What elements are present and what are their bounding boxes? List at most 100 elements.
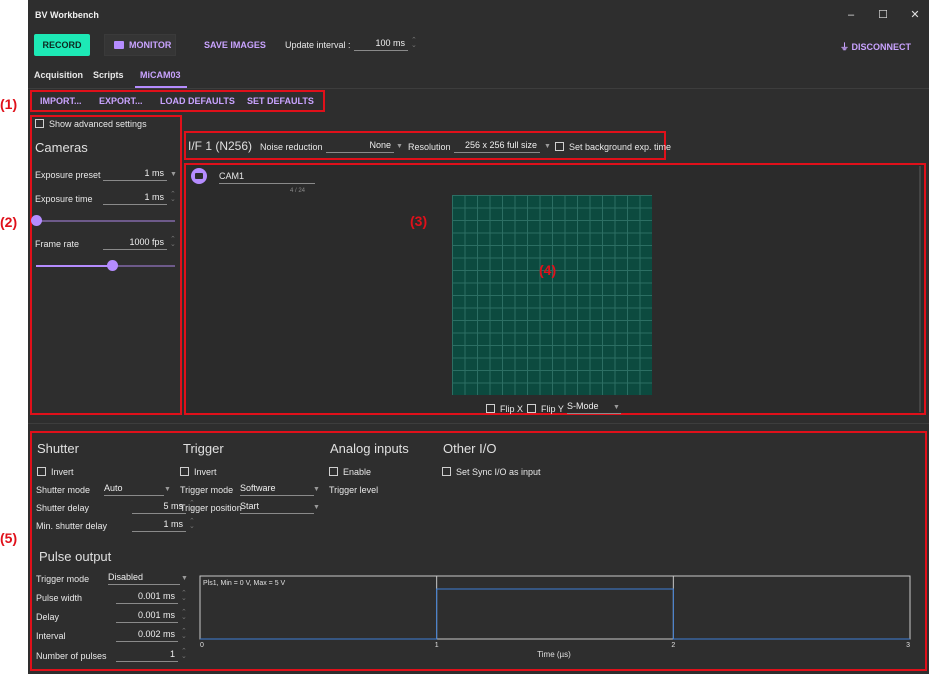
trigger-title: Trigger <box>183 441 224 456</box>
callout-2: (2) <box>0 214 18 230</box>
update-interval-input[interactable]: 100 ms <box>354 38 408 51</box>
min-shutter-delay-input[interactable]: 1 ms <box>132 519 186 532</box>
pulse-chart-xlabel: Time (µs) <box>537 650 571 659</box>
resolution-chevron-down-icon[interactable]: ▼ <box>544 143 551 150</box>
resolution-value: 256 x 256 full size <box>464 140 537 150</box>
shutter-mode-label: Shutter mode <box>36 485 91 495</box>
monitor-label: MONITOR <box>129 40 172 50</box>
callout-5: (5) <box>0 530 18 546</box>
pulse-interval-label: Interval <box>36 631 66 641</box>
tab-scripts[interactable]: Scripts <box>93 70 124 80</box>
shutter-delay-input[interactable]: 5 ms <box>132 501 186 514</box>
noise-reduction-select[interactable]: None <box>326 140 394 153</box>
trigger-position-label: Trigger position <box>180 503 242 513</box>
plug-icon: ⏚ <box>840 42 850 52</box>
chevron-down-icon[interactable]: ▼ <box>170 171 177 178</box>
exposure-time-input[interactable]: 1 ms <box>103 192 167 205</box>
callout-1: (1) <box>0 96 18 112</box>
other-io-title: Other I/O <box>443 441 497 456</box>
mode-chevron-down-icon[interactable]: ▼ <box>613 404 620 411</box>
trigger-level-label: Trigger level <box>329 485 379 495</box>
exposure-slider-thumb[interactable] <box>31 215 42 226</box>
exposure-preset-value: 1 ms <box>144 168 164 178</box>
pulse-trigger-mode-value: Disabled <box>108 572 144 582</box>
trigger-invert-checkbox[interactable]: Invert <box>180 467 217 477</box>
flip-x-checkbox[interactable]: Flip X <box>486 404 523 414</box>
load-defaults-button[interactable]: LOAD DEFAULTS <box>160 96 235 106</box>
trigger-mode-chevron-down-icon[interactable]: ▼ <box>313 486 320 493</box>
resolution-select[interactable]: 256 x 256 full size <box>454 140 540 153</box>
flip-y-checkbox[interactable]: Flip Y <box>527 404 564 414</box>
save-images-button[interactable]: SAVE IMAGES <box>204 40 266 50</box>
frame-rate-slider-fill <box>36 265 113 267</box>
disconnect-button[interactable]: ⏚ DISCONNECT <box>840 40 911 53</box>
analog-enable-box <box>329 467 338 476</box>
record-button[interactable]: RECORD <box>34 34 90 56</box>
shutter-invert-box <box>37 467 46 476</box>
pulse-width-label: Pulse width <box>36 593 83 603</box>
mode-value: S-Mode <box>567 401 599 411</box>
pulse-delay-input[interactable]: 0.001 ms <box>116 610 178 623</box>
number-of-pulses-input[interactable]: 1 <box>116 649 178 662</box>
background-exp-box <box>555 142 564 151</box>
sync-io-checkbox[interactable]: Set Sync I/O as input <box>442 467 541 477</box>
shutter-invert-checkbox[interactable]: Invert <box>37 467 74 477</box>
monitor-button[interactable]: MONITOR <box>104 34 176 56</box>
trigger-mode-select[interactable]: Software <box>240 483 314 496</box>
tab-micam03[interactable]: MiCAM03 <box>140 70 181 80</box>
pulse-width-input[interactable]: 0.001 ms <box>116 591 178 604</box>
pulse-width-spinner[interactable]: ⌃ ⌄ <box>181 590 187 602</box>
pulse-chart: Pls1, Min = 0 V, Max = 5 V Time (µs) 0 1 2… <box>199 575 911 659</box>
frame-rate-spinner[interactable]: ⌃ ⌄ <box>170 236 176 248</box>
update-interval-spinner[interactable]: ⌃ ⌄ <box>411 37 417 49</box>
camera-image[interactable] <box>452 195 652 395</box>
shutter-title: Shutter <box>37 441 79 456</box>
shutter-mode-select[interactable]: Auto <box>104 483 164 496</box>
camera-name-counter: 4 / 24 <box>290 188 306 194</box>
number-of-pulses-spinner[interactable]: ⌃ ⌄ <box>181 648 187 660</box>
exposure-time-spinner[interactable]: ⌃ ⌄ <box>170 191 176 203</box>
camera-badge-icon <box>191 168 207 184</box>
close-icon[interactable]: ✕ <box>906 8 924 22</box>
trigger-invert-box <box>180 467 189 476</box>
io-divider <box>28 423 929 424</box>
cameras-title: Cameras <box>35 140 88 155</box>
pulse-series-line <box>200 588 910 640</box>
import-button[interactable]: IMPORT... <box>40 96 82 106</box>
exposure-slider-track[interactable] <box>36 220 175 222</box>
maximize-icon[interactable]: ☐ <box>874 8 892 22</box>
set-defaults-button[interactable]: SET DEFAULTS <box>247 96 314 106</box>
checkbox-box <box>35 119 44 128</box>
callout-3: (3) <box>410 213 428 229</box>
flip-x-label: Flip X <box>500 404 524 414</box>
exposure-preset-select[interactable]: 1 ms <box>103 168 167 181</box>
analog-enable-checkbox[interactable]: Enable <box>329 467 371 477</box>
flip-y-box <box>527 404 536 413</box>
background-exp-checkbox[interactable]: Set background exp. time <box>555 142 671 152</box>
pulse-trigger-chevron-down-icon[interactable]: ▼ <box>181 575 188 582</box>
pulse-interval-input[interactable]: 0.002 ms <box>116 629 178 642</box>
tab-acquisition[interactable]: Acquisition <box>34 70 83 80</box>
minimize-icon[interactable]: ‒ <box>842 8 860 22</box>
export-button[interactable]: EXPORT... <box>99 96 143 106</box>
pulse-trigger-mode-select[interactable]: Disabled <box>108 572 180 585</box>
shutter-mode-chevron-down-icon[interactable]: ▼ <box>164 486 171 493</box>
camera-name-input[interactable]: CAM1 <box>219 171 315 184</box>
pulse-delay-spinner[interactable]: ⌃ ⌄ <box>181 609 187 621</box>
trigger-position-chevron-down-icon[interactable]: ▼ <box>313 504 320 511</box>
advanced-settings-label: Show advanced settings <box>49 119 147 129</box>
noise-chevron-down-icon[interactable]: ▼ <box>396 143 403 150</box>
resolution-label: Resolution <box>408 142 451 152</box>
camera-panel-scrollbar[interactable] <box>919 166 921 412</box>
frame-rate-input[interactable]: 1000 fps <box>103 237 167 250</box>
trigger-invert-label: Invert <box>194 467 217 477</box>
background-exp-label: Set background exp. time <box>569 142 672 152</box>
min-shutter-delay-label: Min. shutter delay <box>36 521 108 531</box>
pulse-interval-spinner[interactable]: ⌃ ⌄ <box>181 628 187 640</box>
trigger-position-select[interactable]: Start <box>240 501 314 514</box>
trigger-mode-value: Software <box>240 483 276 493</box>
camera-icon <box>114 41 124 49</box>
exposure-preset-label: Exposure preset <box>35 170 101 180</box>
advanced-settings-checkbox[interactable]: Show advanced settings <box>35 119 147 129</box>
min-shutter-delay-spinner[interactable]: ⌃ ⌄ <box>189 518 195 530</box>
